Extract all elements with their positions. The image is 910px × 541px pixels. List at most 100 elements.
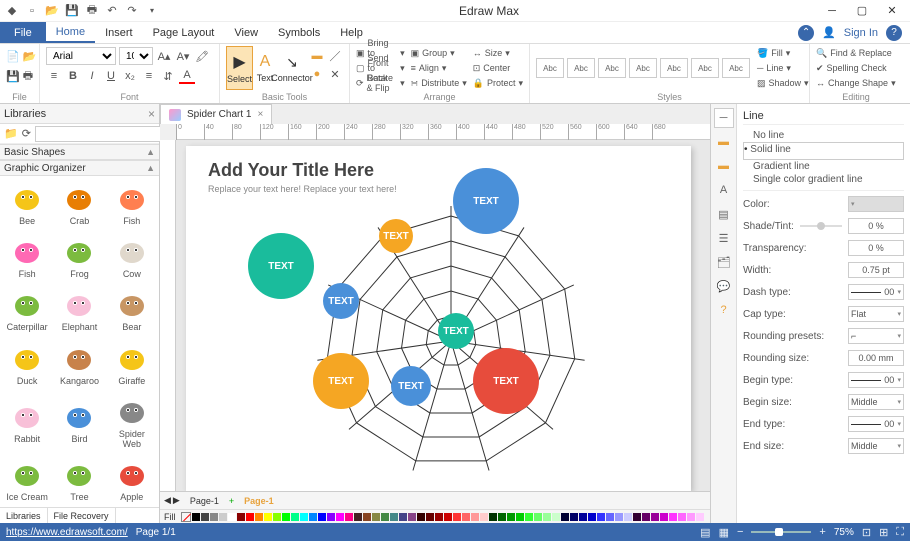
page-tab-1[interactable]: Page-1 — [182, 496, 227, 506]
prop-tab-help[interactable]: ? — [714, 300, 734, 320]
spelling-button[interactable]: ✔ Spelling Check — [816, 61, 896, 75]
qat-dropdown-icon[interactable]: ▾ — [144, 3, 160, 19]
chart-bubble[interactable]: TEXT — [248, 233, 314, 299]
color-swatch[interactable] — [336, 513, 344, 521]
sub-icon[interactable]: x₂ — [122, 68, 138, 84]
round-size-value[interactable]: 0.00 mm — [848, 350, 904, 366]
align-icon[interactable]: ≡ — [141, 68, 157, 84]
color-swatch[interactable] — [660, 513, 668, 521]
chart-title[interactable]: Add Your Title Here — [208, 160, 374, 181]
color-swatch[interactable] — [237, 513, 245, 521]
highlight-icon[interactable]: 🖍 — [194, 48, 210, 64]
transparency-value[interactable]: 0 % — [848, 240, 904, 256]
ribbon-min-icon[interactable]: ⌃ — [798, 25, 814, 41]
color-swatch[interactable] — [687, 513, 695, 521]
color-swatch[interactable] — [201, 513, 209, 521]
prop-tab-shadow[interactable]: ▬ — [714, 156, 734, 176]
color-swatch[interactable] — [525, 513, 533, 521]
print-doc-icon[interactable]: 🖶 — [23, 68, 33, 84]
color-swatch[interactable] — [678, 513, 686, 521]
shape-close-icon[interactable]: ✕ — [327, 66, 343, 82]
find-button[interactable]: 🔍 Find & Replace — [816, 46, 896, 60]
color-swatch[interactable] — [246, 513, 254, 521]
spacing-icon[interactable]: ⇵ — [160, 68, 176, 84]
line-type-option[interactable]: Single color gradient line — [743, 173, 904, 186]
color-swatch[interactable] — [408, 513, 416, 521]
line-button[interactable]: ─ Line ▾ — [757, 61, 809, 75]
color-swatch[interactable] — [480, 513, 488, 521]
color-swatch[interactable] — [516, 513, 524, 521]
shape-bird[interactable]: Bird — [54, 391, 104, 452]
select-tool-button[interactable]: ▶Select — [226, 46, 253, 90]
color-swatch[interactable] — [543, 513, 551, 521]
color-swatch[interactable] — [696, 513, 704, 521]
save-doc-icon[interactable]: 💾 — [6, 68, 20, 84]
view-icon-2[interactable]: ▦ — [719, 526, 729, 539]
color-swatch[interactable] — [228, 513, 236, 521]
color-swatch[interactable] — [579, 513, 587, 521]
color-swatch[interactable] — [462, 513, 470, 521]
help-icon[interactable]: ? — [886, 25, 902, 41]
style-preset[interactable]: Abc — [536, 58, 564, 78]
color-swatch[interactable] — [426, 513, 434, 521]
shape-rect-icon[interactable]: ▬ — [309, 48, 325, 64]
protect-button[interactable]: 🔒 Protect ▾ — [473, 76, 523, 90]
color-swatch[interactable] — [435, 513, 443, 521]
font-family-select[interactable]: Arial — [46, 47, 116, 65]
fullscreen-icon[interactable]: ⛶ — [896, 526, 904, 539]
shape-apple[interactable]: Apple — [107, 454, 157, 505]
style-preset[interactable]: Abc — [629, 58, 657, 78]
library-search-input[interactable] — [35, 126, 175, 142]
line-type-option[interactable]: Solid line — [743, 142, 904, 160]
color-swatch[interactable] — [507, 513, 515, 521]
italic-icon[interactable]: I — [84, 68, 100, 84]
footer-tab-recovery[interactable]: File Recovery — [48, 508, 116, 523]
chart-bubble[interactable]: TEXT — [391, 366, 431, 406]
color-swatch[interactable] — [309, 513, 317, 521]
spider-chart[interactable]: TEXTTEXTTEXTTEXTTEXTTEXTTEXTTEXT — [306, 196, 596, 486]
shape-fish[interactable]: Fish — [2, 231, 52, 282]
color-swatch[interactable] — [498, 513, 506, 521]
connector-tool-button[interactable]: ↘Connector — [277, 46, 307, 90]
color-swatch[interactable] — [489, 513, 497, 521]
chart-subtitle[interactable]: Replace your text here! Replace your tex… — [208, 184, 397, 194]
section-basic-shapes[interactable]: Basic Shapes▲ — [0, 144, 159, 160]
new-doc-icon[interactable]: 📄 — [6, 48, 20, 64]
round-preset-select[interactable]: ⌐ — [848, 328, 904, 344]
close-button[interactable]: ✕ — [878, 3, 906, 19]
minimize-button[interactable]: ─ — [818, 3, 846, 19]
add-page-icon[interactable]: + — [229, 496, 234, 506]
end-type-select[interactable]: 00 — [848, 416, 904, 432]
shape-duck[interactable]: Duck — [2, 337, 52, 388]
no-fill-icon[interactable] — [181, 512, 191, 522]
style-preset[interactable]: Abc — [660, 58, 688, 78]
distribute-button[interactable]: ∺ Distribute ▾ — [411, 76, 467, 90]
menu-tab-insert[interactable]: Insert — [95, 22, 143, 43]
footer-tab-libraries[interactable]: Libraries — [0, 508, 48, 523]
page-prev-icon[interactable]: ◀ — [164, 495, 171, 506]
shape-bee[interactable]: Bee — [2, 178, 52, 229]
color-swatch[interactable] — [282, 513, 290, 521]
color-swatch[interactable] — [642, 513, 650, 521]
zoom-out-icon[interactable]: − — [737, 526, 743, 538]
style-preset[interactable]: Abc — [598, 58, 626, 78]
width-value[interactable]: 0.75 pt — [848, 262, 904, 278]
section-graphic-organizer[interactable]: Graphic Organizer▲ — [0, 160, 159, 176]
color-swatch[interactable] — [624, 513, 632, 521]
open-doc-icon[interactable]: 📂 — [23, 48, 37, 64]
color-swatch[interactable] — [300, 513, 308, 521]
maximize-button[interactable]: ▢ — [848, 3, 876, 19]
color-swatch[interactable] — [633, 513, 641, 521]
color-swatch[interactable] — [291, 513, 299, 521]
bullets-icon[interactable]: ≡ — [46, 68, 62, 84]
chart-bubble[interactable]: TEXT — [453, 168, 519, 234]
new-icon[interactable]: ▫ — [24, 3, 40, 19]
page-tab-active[interactable]: Page-1 — [236, 496, 282, 506]
color-swatch[interactable] — [417, 513, 425, 521]
chart-bubble[interactable]: TEXT — [323, 283, 359, 319]
shape-kangaroo[interactable]: Kangaroo — [54, 337, 104, 388]
text-tool-button[interactable]: AText — [255, 46, 275, 90]
menu-tab-home[interactable]: Home — [46, 22, 95, 43]
group-button[interactable]: ▣ Group ▾ — [411, 46, 467, 60]
style-preset[interactable]: Abc — [567, 58, 595, 78]
